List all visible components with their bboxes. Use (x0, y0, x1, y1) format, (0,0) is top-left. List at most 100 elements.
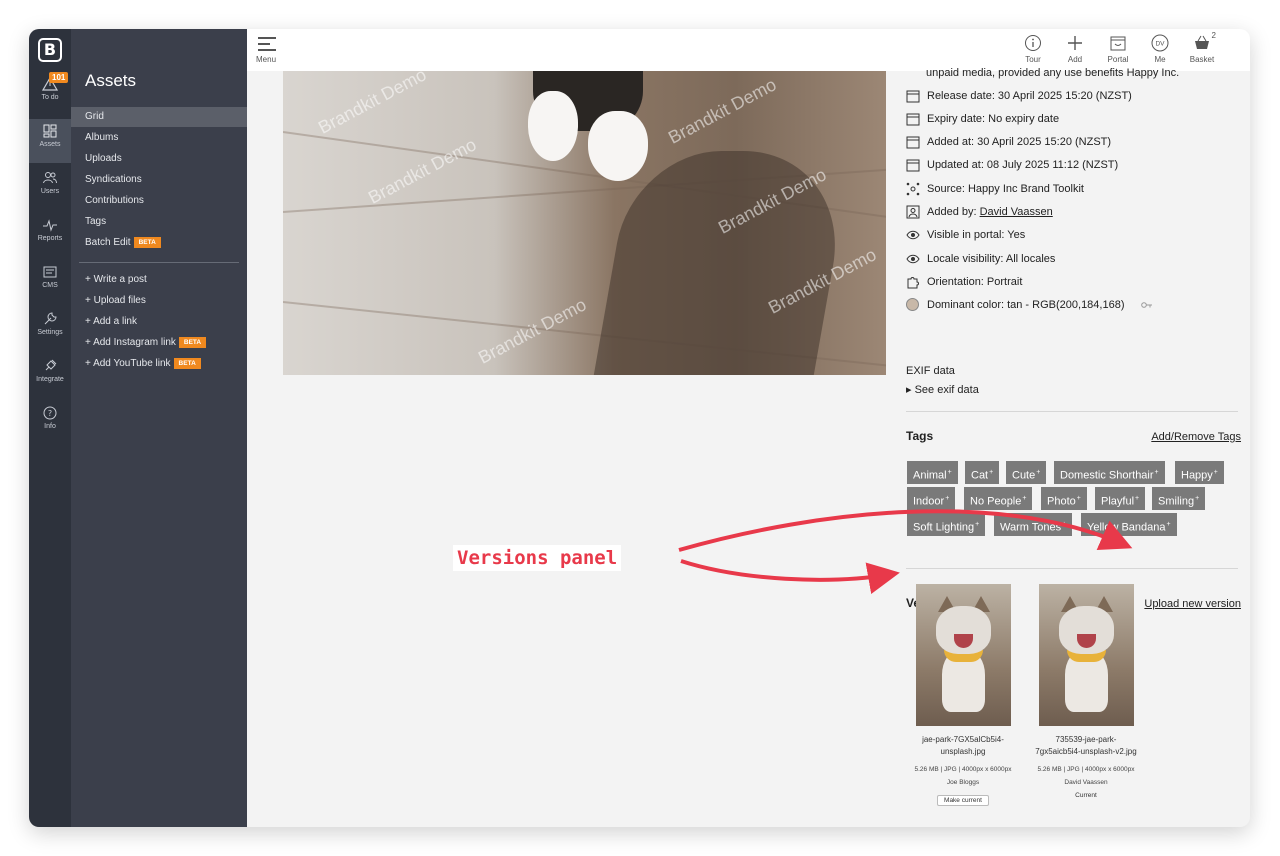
tag-chip[interactable]: Cat+ (965, 461, 1000, 484)
filename-line: unsplash.jpg (940, 747, 986, 756)
tour-button[interactable]: Tour (1013, 34, 1053, 64)
user-card-icon (906, 205, 920, 219)
tag-add-icon: + (1076, 495, 1081, 502)
tag-add-icon: + (1195, 495, 1200, 502)
rail-item-integrate[interactable]: Integrate (29, 354, 71, 398)
tag-add-icon: + (945, 495, 950, 502)
avatar-initials: DV (1155, 41, 1165, 48)
tags-title: Tags (906, 429, 934, 443)
menu-button[interactable] (258, 37, 282, 55)
rail-item-cms[interactable]: CMS (29, 260, 71, 304)
tag-chip[interactable]: Animal+ (907, 461, 958, 484)
rail-item-assets[interactable]: Assets (29, 119, 71, 163)
sidebar-item-syndications[interactable]: Syndications (71, 170, 247, 190)
upload-new-version-link[interactable]: Upload new version (1144, 598, 1241, 610)
menu-label: Menu (256, 55, 277, 64)
basket-label: Basket (1189, 55, 1215, 64)
tag-chip[interactable]: Indoor+ (907, 487, 956, 510)
tag-add-icon: + (1166, 521, 1171, 528)
asset-preview-image[interactable]: Brandkit Demo Brandkit Demo Brandkit Dem… (283, 71, 886, 375)
version-filename: 735539-jae-park- 7gx5aicb5i4-unsplash-v2.… (1026, 734, 1146, 758)
see-exif-toggle[interactable]: ▸ See exif data (906, 383, 979, 396)
me-button[interactable]: DV Me (1140, 34, 1180, 64)
calendar-icon (906, 136, 920, 149)
tag-chip[interactable]: Domestic Shorthair+ (1054, 461, 1165, 484)
eye-icon (906, 254, 920, 264)
rail-item-todo[interactable]: 101 To do (29, 72, 71, 116)
brandkit-logo[interactable]: B (38, 38, 62, 62)
tag-label: Happy (1181, 469, 1213, 482)
tag-add-icon: + (1213, 469, 1218, 476)
beta-badge: BETA (178, 337, 207, 348)
tag-chip[interactable]: Smiling+ (1152, 487, 1206, 510)
sidebar-item-uploads[interactable]: Uploads (71, 149, 247, 169)
sidebar-item-albums[interactable]: Albums (71, 128, 247, 148)
usage-text: unpaid media, provided any use benefits … (926, 67, 1180, 79)
batch-edit-label: Batch Edit (85, 237, 131, 248)
action-write-post[interactable]: + Write a post (71, 270, 247, 290)
network-icon (906, 182, 920, 196)
sidebar-item-grid[interactable]: Grid (71, 107, 247, 127)
rail-label-users: Users (40, 188, 60, 195)
tag-chip[interactable]: Photo+ (1041, 487, 1087, 510)
portal-icon (1110, 36, 1126, 51)
action-add-link[interactable]: + Add a link (71, 312, 247, 332)
eye-icon (906, 230, 920, 240)
tag-chip[interactable]: Soft Lighting+ (907, 513, 986, 536)
added-by-user-link[interactable]: David Vaassen (980, 206, 1053, 218)
key-icon[interactable] (1141, 300, 1153, 310)
tag-label: No People (970, 495, 1022, 508)
icon-rail: B 101 To do Assets Users Reports CMS Set… (29, 29, 71, 827)
question-icon: ? (43, 406, 57, 420)
users-icon (43, 172, 57, 184)
grid-icon (43, 124, 57, 138)
see-exif-label: See exif data (914, 384, 979, 396)
tag-chip[interactable]: Playful+ (1095, 487, 1146, 510)
tag-add-icon: + (989, 469, 994, 476)
basket-button[interactable]: 2 Basket (1182, 31, 1222, 64)
action-add-instagram-link[interactable]: + Add Instagram link BETA (71, 333, 247, 353)
current-version-label: Current (1075, 792, 1097, 799)
rail-item-settings[interactable]: Settings (29, 307, 71, 351)
visible-in-portal: Visible in portal: Yes (927, 229, 1026, 241)
tag-label: Domestic Shorthair (1060, 469, 1154, 482)
tag-label: Warm Tones (1000, 521, 1062, 534)
rail-item-reports[interactable]: Reports (29, 213, 71, 257)
added-by-text: Added by: David Vaassen (927, 206, 1053, 218)
sidebar-divider (79, 262, 239, 263)
version-thumbnail[interactable] (1038, 584, 1134, 726)
tag-label: Playful (1101, 495, 1135, 508)
tag-chip[interactable]: Happy+ (1175, 461, 1224, 484)
add-button[interactable]: Add (1055, 34, 1095, 64)
sidebar-item-tags[interactable]: Tags (71, 212, 247, 232)
version-thumbnail[interactable] (915, 584, 1011, 726)
rail-item-info[interactable]: ? Info (29, 401, 71, 445)
avatar-icon: DV (1151, 34, 1169, 52)
added-by-label: Added by: (927, 206, 980, 218)
tag-chip[interactable]: Yellow Bandana+ (1081, 513, 1177, 536)
action-upload-files[interactable]: + Upload files (71, 291, 247, 311)
tag-add-icon: + (1036, 469, 1041, 476)
action-add-youtube-link[interactable]: + Add YouTube link BETA (71, 354, 247, 374)
rail-label-reports: Reports (37, 235, 63, 242)
portal-button[interactable]: Portal (1098, 34, 1138, 64)
tag-chip[interactable]: Cute+ (1006, 461, 1047, 484)
rail-item-users[interactable]: Users (29, 166, 71, 210)
calendar-icon (906, 90, 920, 103)
rail-label-info: Info (44, 423, 56, 430)
tag-chip[interactable]: Warm Tones+ (994, 513, 1073, 536)
sidebar-item-contributions[interactable]: Contributions (71, 191, 247, 211)
sidebar-item-batch-edit[interactable]: Batch Edit BETA (71, 233, 247, 253)
add-remove-tags-link[interactable]: Add/Remove Tags (1151, 431, 1241, 443)
tag-add-icon: + (1154, 469, 1159, 476)
make-current-button[interactable]: Make current (937, 795, 989, 806)
tag-chip[interactable]: No People+ (964, 487, 1033, 510)
info-circle-icon (1025, 35, 1041, 51)
pulse-icon (43, 219, 57, 232)
release-date: Release date: 30 April 2025 15:20 (NZST) (927, 90, 1132, 102)
version-author: Joe Bloggs (946, 779, 980, 786)
tag-label: Soft Lighting (913, 521, 975, 534)
tag-label: Indoor (913, 495, 945, 508)
add-instagram-label: + Add Instagram link (85, 337, 176, 348)
tag-label: Yellow Bandana (1087, 521, 1166, 534)
